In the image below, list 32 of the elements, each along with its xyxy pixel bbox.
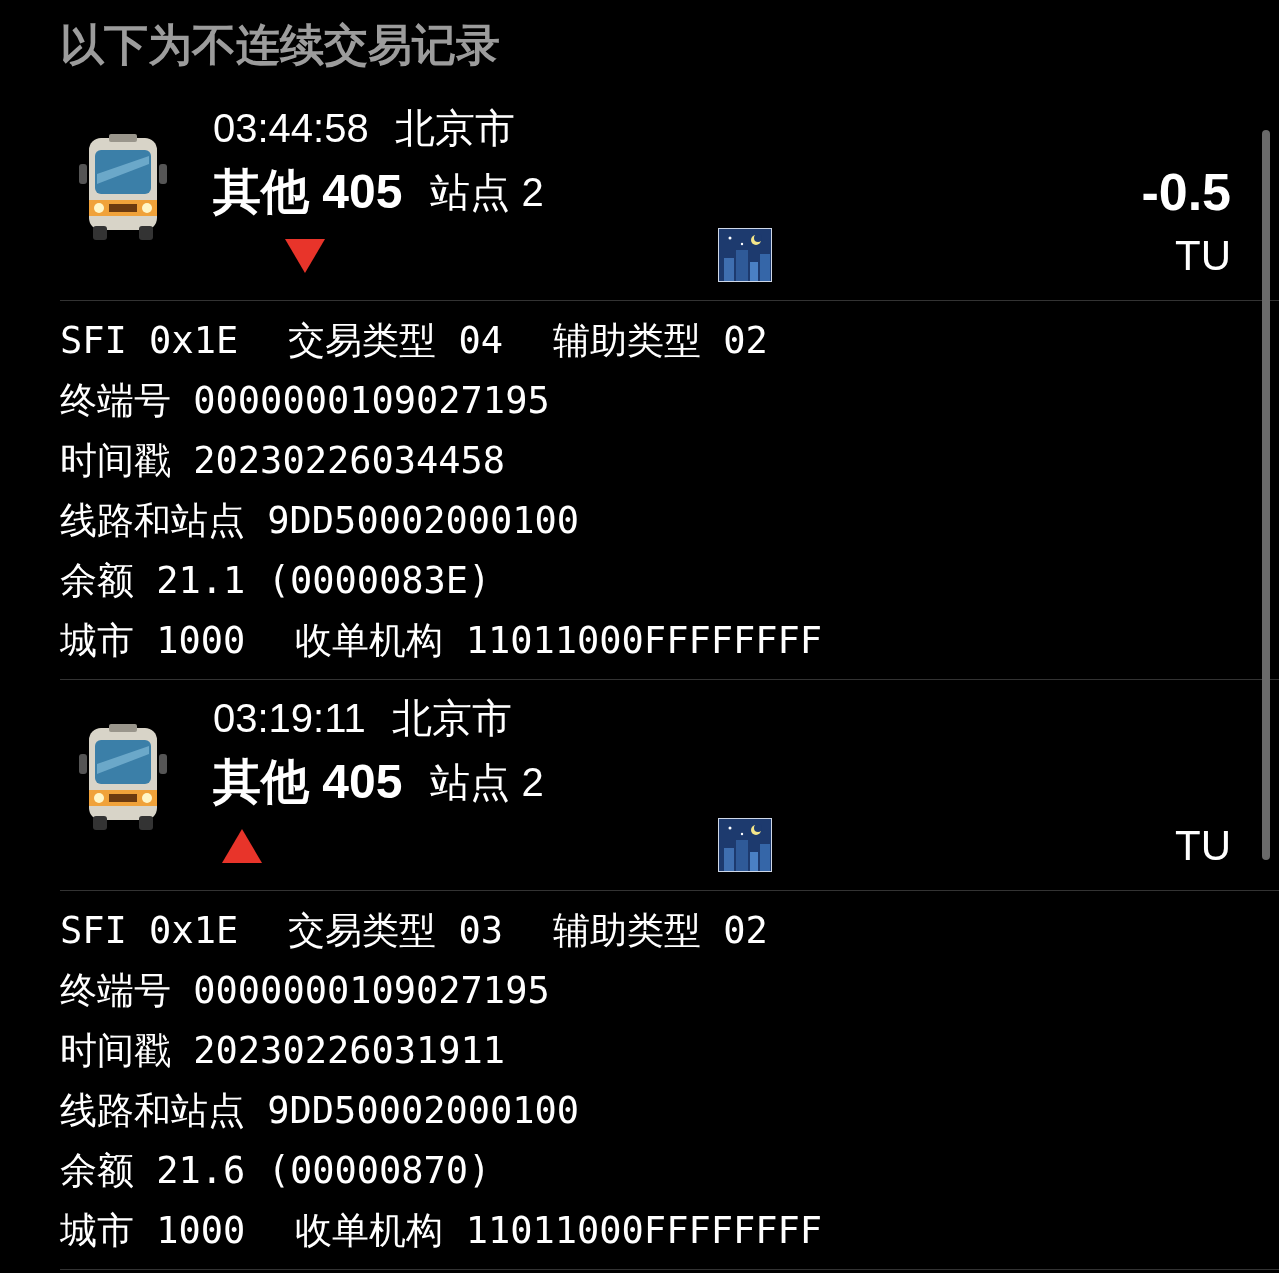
detail-field: 交易类型 03 xyxy=(288,903,504,959)
detail-field: 时间戳 20230226034458 xyxy=(60,433,506,489)
detail-field: 线路和站点 9DD50002000100 xyxy=(60,1083,580,1139)
detail-field: 余额 21.1 (0000083E) xyxy=(60,553,491,609)
night-city-icon xyxy=(718,818,772,872)
currency-label: TU xyxy=(1175,231,1231,281)
station-label: 站点 2 xyxy=(430,759,544,806)
record-time: 03:19:11 xyxy=(213,695,366,742)
detail-field: 终端号 0000000109027195 xyxy=(60,373,550,429)
detail-field: 时间戳 20230226031911 xyxy=(60,1023,506,1079)
record-time: 03:44:58 xyxy=(213,105,369,152)
detail-field: SFI 0x1E xyxy=(60,903,239,959)
amount: -0.5 xyxy=(1141,162,1231,223)
currency-label: TU xyxy=(1175,821,1231,871)
detail-field: 城市 1000 xyxy=(60,613,246,669)
detail-field: 辅助类型 02 xyxy=(553,903,768,959)
detail-field: 收单机构 11011000FFFFFFFF xyxy=(295,1203,823,1259)
detail-field: 收单机构 11011000FFFFFFFF xyxy=(295,613,823,669)
detail-field: SFI 0x1E xyxy=(60,313,239,369)
route-name: 其他 405 xyxy=(213,754,403,810)
route-name: 其他 405 xyxy=(213,164,403,220)
detail-field: 城市 1000 xyxy=(60,1203,246,1259)
record-city: 北京市 xyxy=(391,695,512,742)
detail-field: 线路和站点 9DD50002000100 xyxy=(60,493,580,549)
detail-field: 余额 21.6 (00000870) xyxy=(60,1143,491,1199)
detail-field: 终端号 0000000109027195 xyxy=(60,963,550,1019)
section-header: 以下为不连续交易记录 xyxy=(60,19,500,71)
station-label: 站点 2 xyxy=(430,169,544,216)
detail-field: 交易类型 04 xyxy=(288,313,504,369)
night-city-icon xyxy=(718,228,772,282)
detail-field: 辅助类型 02 xyxy=(553,313,768,369)
record-city: 北京市 xyxy=(394,105,515,152)
